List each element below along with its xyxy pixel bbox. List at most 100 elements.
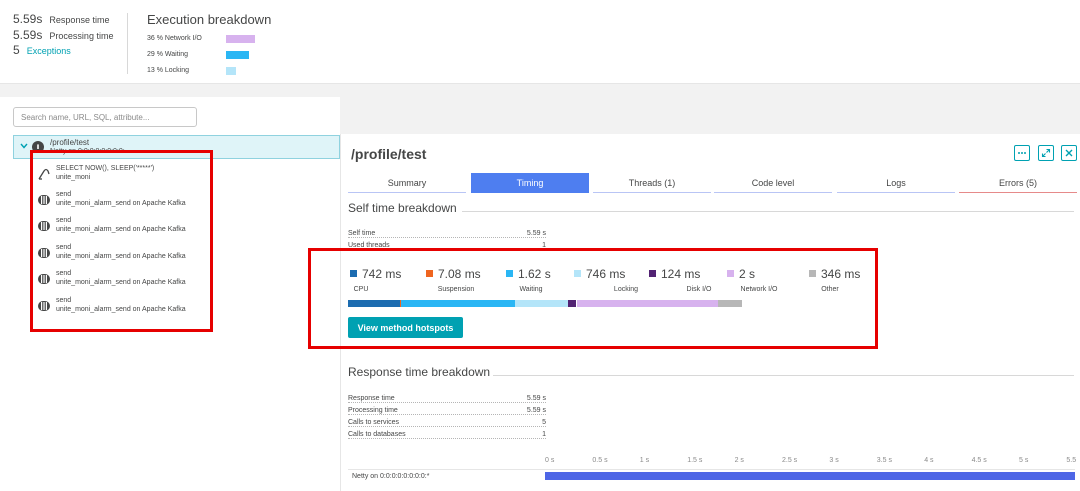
metric-value: 1: [540, 431, 546, 438]
dotted-leader: [348, 438, 546, 439]
tab-label: Errors (5): [999, 178, 1037, 188]
expand-button[interactable]: [1038, 145, 1054, 161]
legend-value: 746 ms: [586, 267, 626, 281]
timeline-row[interactable]: Netty on 0:0:0:0:0:0:0:0:*: [348, 469, 1075, 483]
tree-item[interactable]: send unite_moni_alarm_send on Apache Kafk…: [37, 242, 237, 266]
response-time-label: Response time: [49, 15, 110, 25]
tree-root-node[interactable]: /profile/test Netty on 0:0:0:0:0:0:0:0:: [13, 135, 340, 159]
tree-item-title: send: [56, 217, 72, 224]
legend-label: Other: [821, 286, 839, 293]
legend-value: 2 s: [739, 267, 756, 281]
legend-value: 1.62 s: [518, 267, 551, 281]
view-method-hotspots-button[interactable]: View method hotspots: [348, 317, 463, 338]
more-icon: [1018, 152, 1026, 154]
legend-item: 1.62 s: [506, 267, 551, 281]
metric-value: 1: [540, 242, 546, 249]
tree-item[interactable]: send unite_moni_alarm_send on Apache Kafk…: [37, 189, 237, 213]
exceptions-metric[interactable]: 5 Exceptions: [13, 43, 71, 57]
tree-item-subtitle: unite_moni_alarm_send on Apache Kafka: [56, 200, 186, 207]
legend-item: 2 s: [727, 267, 755, 281]
legend-item: 746 ms: [574, 267, 625, 281]
tab-code-level[interactable]: Code level: [714, 173, 832, 193]
detail-tabs: Summary Timing Threads (1) Code level Logs Er…: [348, 173, 1077, 193]
close-button[interactable]: [1061, 145, 1077, 161]
dotted-leader: [348, 426, 546, 427]
metric-key: Calls to services: [348, 419, 401, 426]
processing-time-label: Processing time: [49, 31, 114, 41]
dotted-leader: [348, 402, 546, 403]
messaging-queue-icon: [38, 195, 50, 205]
metric-value: 5.59 s: [524, 407, 546, 414]
exceptions-value: 5: [13, 43, 20, 57]
bar-segment: [348, 300, 401, 307]
tree-item[interactable]: send unite_moni_alarm_send on Apache Kafk…: [37, 268, 237, 292]
detail-title: /profile/test: [351, 146, 427, 162]
self-time-stacked-bar: [348, 300, 742, 307]
response-time-value: 5.59s: [13, 12, 43, 26]
tab-underline: [714, 192, 832, 193]
timeline-tick-label: 1 s: [639, 457, 650, 464]
tab-underline: [593, 192, 711, 193]
timeline-tick-label: 2 s: [734, 457, 744, 464]
metric-key: Processing time: [348, 407, 400, 414]
tree-item-subtitle: unite_moni_alarm_send on Apache Kafka: [56, 306, 186, 313]
execution-row-bar: [226, 35, 255, 43]
execution-row-bar: [226, 67, 236, 75]
execution-row-label: 36 % Network I/O: [147, 35, 202, 42]
expand-icon: [1041, 148, 1051, 158]
summary-divider: [127, 13, 128, 74]
tab-timing[interactable]: Timing: [471, 173, 589, 193]
timeline-tick-label: 3.5 s: [876, 457, 892, 464]
timeline-duration-bar[interactable]: [545, 472, 1075, 480]
tab-summary[interactable]: Summary: [348, 173, 466, 193]
timeline-tick-label: 0.5 s: [592, 457, 608, 464]
self-time-title: Self time breakdown: [348, 201, 457, 215]
response-time-metric: 5.59s Response time: [13, 12, 109, 26]
execution-row-bar: [226, 51, 249, 59]
response-time-rule: [493, 375, 1074, 376]
tree-root-subtitle: Netty on 0:0:0:0:0:0:0:0:: [50, 148, 125, 155]
response-time-title: Response time breakdown: [348, 365, 491, 379]
execution-breakdown-title: Execution breakdown: [147, 12, 272, 27]
exceptions-link[interactable]: Exceptions: [27, 46, 71, 56]
messaging-queue-icon: [38, 274, 50, 284]
legend-label: Network I/O: [740, 286, 778, 293]
tab-logs[interactable]: Logs: [837, 173, 955, 193]
timeline-tick-label: 1.5 s: [687, 457, 703, 464]
legend-value: 124 ms: [661, 267, 701, 281]
tab-underline: [348, 192, 466, 193]
tree-item-subtitle: unite_moni_alarm_send on Apache Kafka: [56, 279, 186, 286]
bar-segment: [576, 300, 718, 307]
metric-row: Calls to databases 1: [348, 431, 546, 441]
metric-key: Calls to databases: [348, 431, 408, 438]
legend-swatch: [574, 270, 581, 277]
search-input[interactable]: [13, 107, 197, 127]
error-exclamation-icon: [32, 141, 44, 153]
tab-threads-1[interactable]: Threads (1): [593, 173, 711, 193]
timeline-tick-label: 4 s: [924, 457, 934, 464]
tab-label: Code level: [751, 178, 795, 188]
timeline-tick-label: 2.5 s: [782, 457, 798, 464]
tree-item-subtitle: unite_moni: [56, 174, 91, 181]
timeline-tick-label: 4.5 s: [971, 457, 987, 464]
bar-segment: [717, 300, 742, 307]
tab-underline: [959, 192, 1077, 193]
tree-item[interactable]: send unite_moni_alarm_send on Apache Kafk…: [37, 215, 237, 239]
chevron-down-icon[interactable]: [19, 141, 29, 151]
legend-swatch: [727, 270, 734, 277]
tab-label: Timing: [516, 178, 544, 188]
tab-label: Logs: [886, 178, 906, 188]
messaging-queue-icon: [38, 248, 50, 258]
tree-item[interactable]: SELECT NOW(), SLEEP('*****') unite_moni: [37, 163, 237, 187]
detail-panel: /profile/test Summary Timing Threads (1) Co…: [340, 134, 1080, 491]
legend-swatch: [506, 270, 513, 277]
bar-segment: [400, 300, 516, 307]
dotted-leader: [348, 249, 546, 250]
metric-row: Response time 5.59 s: [348, 395, 546, 405]
tree-item[interactable]: send unite_moni_alarm_send on Apache Kafk…: [37, 295, 237, 319]
tab-errors-5[interactable]: Errors (5): [959, 173, 1077, 193]
tree-item-title: SELECT NOW(), SLEEP('*****'): [56, 165, 155, 172]
timeline-axis: 0 s 0.5 s 1 s 1.5 s 2 s 2.5 s 3 s 3.5 s 4 s 4.5 s…: [545, 457, 1076, 469]
more-button[interactable]: [1014, 145, 1030, 161]
legend-swatch: [809, 270, 816, 277]
